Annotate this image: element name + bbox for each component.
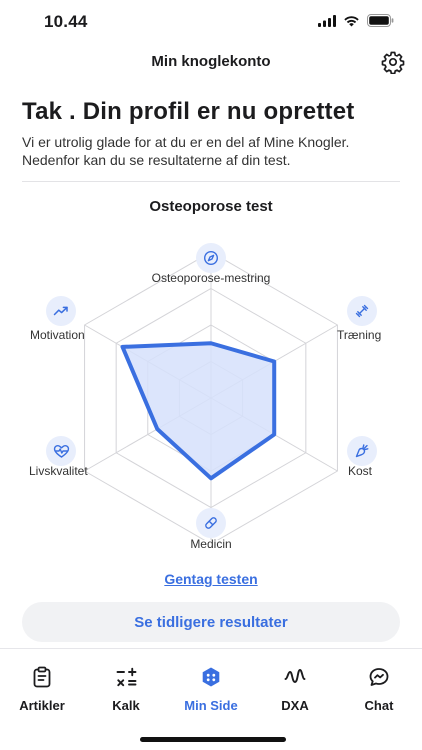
tab-label: Chat	[364, 698, 394, 713]
axis-label-medicin: Medicin	[190, 537, 232, 551]
compass-icon	[196, 243, 226, 273]
status-icons	[318, 14, 394, 27]
status-time: 10.44	[44, 12, 88, 31]
carrot-icon	[347, 436, 377, 466]
axis-label-kost: Kost	[348, 464, 373, 478]
app-header: Min knoglekonto	[0, 44, 422, 80]
intro-text: Vi er utrolig glade for at du er en del …	[22, 134, 350, 168]
tab-kalk[interactable]: Kalk	[84, 665, 168, 713]
home-indicator	[140, 737, 286, 742]
heart-pulse-icon	[46, 436, 76, 466]
retake-test-link[interactable]: Gentag testen	[0, 571, 422, 587]
gear-icon	[381, 51, 405, 74]
tab-label: DXA	[281, 698, 309, 713]
axis-label-osteoporose-mestring: Osteoporose-mestring	[151, 271, 271, 285]
pulse-icon	[283, 665, 307, 689]
axis-label-traening: Træning	[337, 328, 382, 342]
wifi-icon	[344, 15, 359, 26]
status-bar: 10.44	[0, 0, 422, 44]
tab-label: Min Side	[184, 698, 238, 713]
calculator-icon	[114, 665, 138, 689]
tab-chat[interactable]: Chat	[337, 665, 421, 713]
axis-label-motivation: Motivation	[30, 328, 85, 342]
tab-label: Artikler	[19, 698, 65, 713]
radar-chart	[84, 251, 338, 540]
tab-dxa[interactable]: DXA	[253, 665, 337, 713]
tab-min-side[interactable]: Min Side	[169, 665, 253, 713]
divider	[22, 181, 400, 182]
pill-icon	[196, 508, 226, 538]
tab-bar: Artikler Kalk Min Side DXA Chat	[0, 648, 422, 750]
user-hexagon-icon	[199, 665, 223, 689]
tab-label: Kalk	[112, 698, 140, 713]
tab-artikler[interactable]: Artikler	[0, 665, 84, 713]
previous-results-button[interactable]: Se tidligere resultater	[22, 602, 400, 642]
chat-bubble-icon	[367, 665, 391, 689]
trending-up-icon	[46, 296, 76, 326]
success-headline: Tak . Din profil er nu oprettet	[22, 98, 355, 125]
clipboard-icon	[30, 665, 54, 689]
battery-icon	[367, 14, 394, 27]
chart-title: Osteoporose test	[149, 198, 273, 215]
page-title: Min knoglekonto	[151, 53, 271, 70]
dumbbell-icon	[347, 296, 377, 326]
settings-button[interactable]	[380, 49, 406, 75]
radar-score-area	[120, 341, 277, 481]
signal-icon	[318, 14, 336, 27]
axis-label-livskvalitet: Livskvalitet	[29, 464, 88, 478]
